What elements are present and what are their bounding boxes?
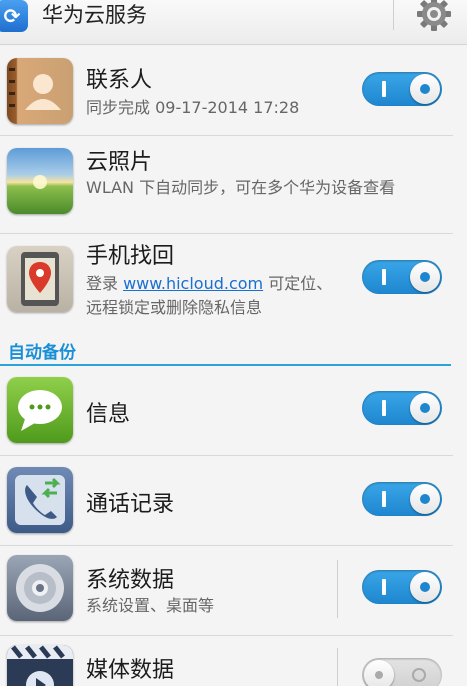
media-data-row[interactable]: 媒体数据 bbox=[0, 636, 467, 686]
divider bbox=[337, 560, 338, 618]
row-subtitle: 登录 www.hicloud.com 可定位、远程锁定或删除隐私信息 bbox=[86, 272, 348, 320]
toggle-on-mark bbox=[382, 269, 386, 285]
phone-finder-icon bbox=[7, 246, 73, 312]
sync-icon: ⟳ bbox=[0, 0, 28, 32]
row-title: 手机找回 bbox=[86, 244, 175, 269]
system-data-backup-toggle[interactable] bbox=[362, 570, 442, 604]
row-subtitle: 系统设置、桌面等 bbox=[86, 596, 215, 615]
contacts-row[interactable]: 联系人 同步完成 09-17-2014 17:28 bbox=[0, 50, 467, 136]
app-title: 华为云服务 bbox=[42, 3, 147, 27]
toggle-knob bbox=[410, 393, 440, 423]
row-subtitle: 同步完成 09-17-2014 17:28 bbox=[86, 98, 300, 117]
contacts-sync-toggle[interactable] bbox=[362, 72, 442, 106]
media-data-backup-toggle[interactable] bbox=[362, 658, 442, 686]
messages-row[interactable]: 信息 bbox=[0, 366, 467, 456]
toggle-knob bbox=[364, 660, 394, 686]
system-data-gear-icon bbox=[7, 555, 73, 621]
toggle-knob bbox=[410, 262, 440, 292]
row-title: 联系人 bbox=[86, 68, 153, 93]
section-title: 自动备份 bbox=[8, 343, 76, 363]
app-bar: ⟳ 华为云服务 bbox=[0, 0, 467, 45]
row-title: 系统数据 bbox=[86, 568, 175, 593]
row-subtitle: WLAN 下自动同步，可在多个华为设备查看 bbox=[86, 178, 396, 197]
messages-backup-toggle[interactable] bbox=[362, 391, 442, 425]
toggle-on-mark bbox=[382, 81, 386, 97]
find-phone-toggle[interactable] bbox=[362, 260, 442, 294]
cloud-photos-row[interactable]: 云照片 WLAN 下自动同步，可在多个华为设备查看 bbox=[0, 136, 467, 234]
row-title: 媒体数据 bbox=[86, 658, 175, 683]
cloud-photo-icon bbox=[7, 148, 73, 214]
toggle-on-mark bbox=[382, 400, 386, 416]
toggle-off-mark bbox=[412, 668, 426, 682]
hicloud-link[interactable]: www.hicloud.com bbox=[123, 274, 263, 293]
system-data-row[interactable]: 系统数据 系统设置、桌面等 bbox=[0, 546, 467, 636]
auto-backup-section-header: 自动备份 bbox=[0, 334, 451, 366]
message-bubble-icon bbox=[7, 377, 73, 443]
row-title: 通话记录 bbox=[86, 492, 175, 517]
gear-icon bbox=[417, 0, 451, 31]
call-log-icon bbox=[7, 467, 73, 533]
toggle-on-mark bbox=[382, 491, 386, 507]
toggle-knob bbox=[410, 484, 440, 514]
row-title: 云照片 bbox=[86, 150, 153, 175]
subtitle-prefix: 登录 bbox=[86, 274, 124, 293]
toggle-knob bbox=[410, 572, 440, 602]
toggle-knob bbox=[410, 74, 440, 104]
call-log-backup-toggle[interactable] bbox=[362, 482, 442, 516]
contacts-book-icon bbox=[7, 58, 73, 124]
divider bbox=[337, 648, 338, 686]
toggle-on-mark bbox=[382, 579, 386, 595]
call-log-row[interactable]: 通话记录 bbox=[0, 456, 467, 546]
find-phone-row[interactable]: 手机找回 登录 www.hicloud.com 可定位、远程锁定或删除隐私信息 bbox=[0, 234, 467, 334]
row-title: 信息 bbox=[86, 402, 131, 427]
settings-button[interactable] bbox=[412, 0, 456, 36]
media-clapper-icon bbox=[7, 645, 73, 686]
divider bbox=[393, 0, 394, 30]
